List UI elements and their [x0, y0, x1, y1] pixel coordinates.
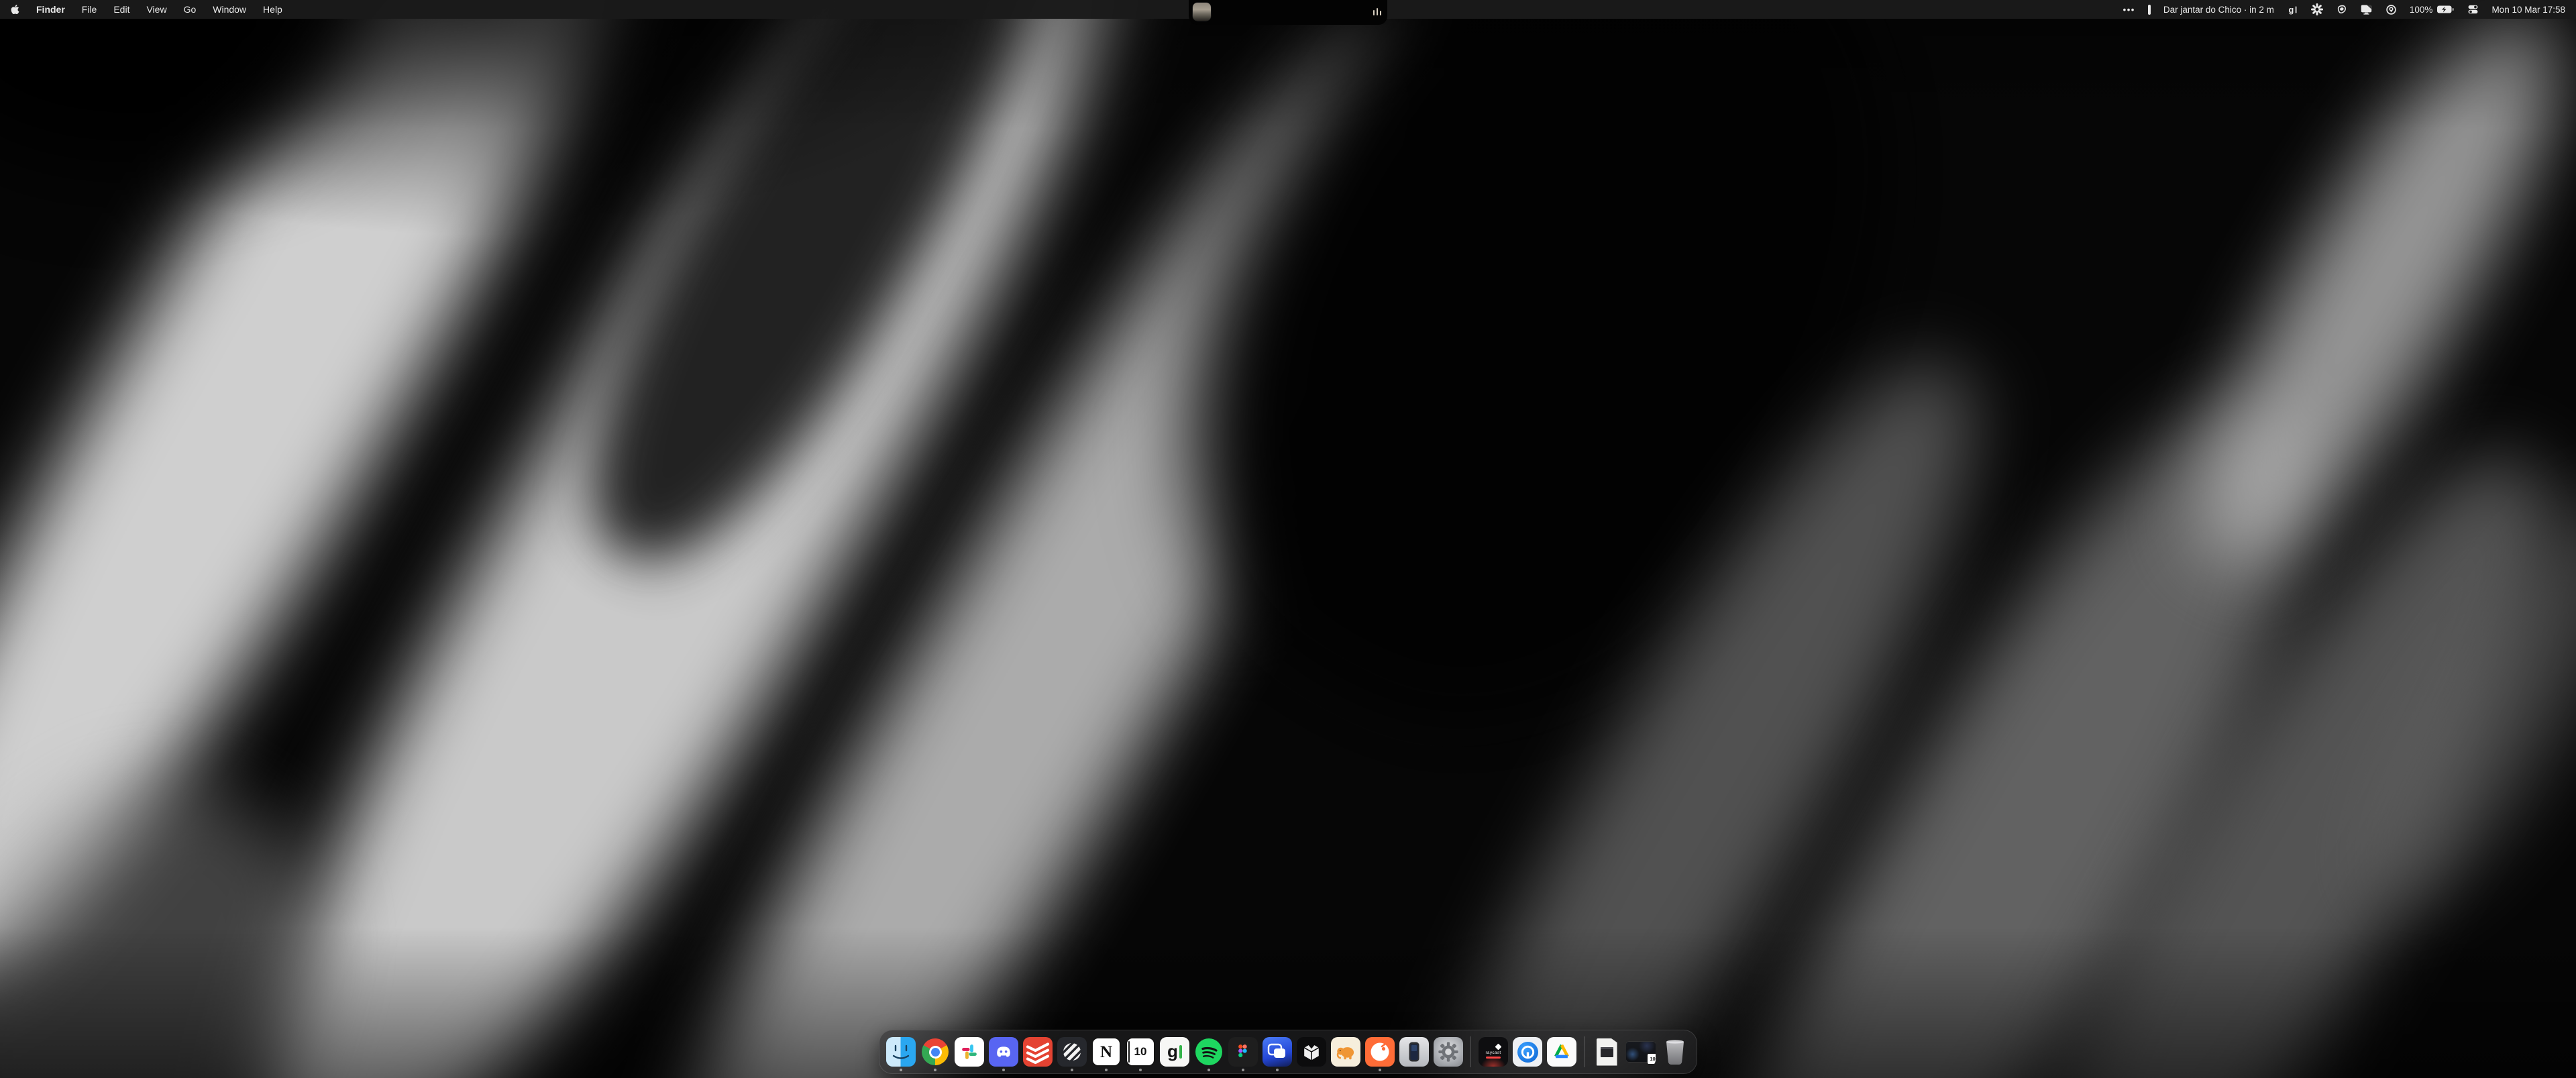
notion-calendar-icon: 10 [1126, 1037, 1155, 1067]
clock[interactable]: Mon 10 Mar 17:58 [2491, 5, 2565, 15]
audio-visualizer-icon [1373, 7, 1382, 15]
wallpaper-vignette [0, 0, 2576, 1078]
granola-app-icon: g [1160, 1037, 1189, 1067]
dock-item-todoist[interactable] [1023, 1037, 1053, 1067]
status-event-text[interactable]: Dar jantar do Chico · in 2 m [2163, 5, 2274, 15]
dock-item-screen-studio[interactable] [1263, 1037, 1292, 1067]
status-separator-bar [2148, 5, 2151, 15]
menu-help[interactable]: Help [263, 4, 282, 15]
control-center-icon[interactable] [2467, 4, 2479, 15]
menu-app-name[interactable]: Finder [36, 4, 65, 15]
notion-letter: N [1100, 1044, 1112, 1061]
menu-edit[interactable]: Edit [113, 4, 129, 15]
notion-calendar-date: 10 [1134, 1045, 1147, 1059]
pick-shape-icon[interactable] [2336, 4, 2347, 15]
one-password-app-icon [1513, 1037, 1542, 1067]
trash-icon [1660, 1037, 1690, 1067]
postman-icon [1365, 1037, 1395, 1067]
running-indicator [1242, 1069, 1244, 1071]
raycast-icon: raycast [1479, 1037, 1508, 1067]
finder-icon [886, 1037, 916, 1067]
visualizer-bar [1377, 8, 1379, 15]
chrome-icon [920, 1037, 950, 1067]
menu-view[interactable]: View [146, 4, 166, 15]
google-drive-icon [1547, 1037, 1576, 1067]
dock-item-notion[interactable]: N [1091, 1037, 1121, 1067]
dock: N 10 g [879, 1030, 1697, 1074]
minimized-window-app-badge: 10 [1647, 1053, 1656, 1065]
display-mirroring-icon[interactable] [2360, 4, 2373, 15]
notion-icon: N [1091, 1037, 1121, 1067]
dock-item-document-file[interactable] [1592, 1037, 1621, 1067]
dock-separator [1470, 1036, 1471, 1067]
dock-item-raycast[interactable]: raycast [1479, 1037, 1508, 1067]
figma-icon [1228, 1037, 1258, 1067]
notch-now-playing[interactable] [1189, 0, 1387, 25]
screen-studio-icon [1263, 1037, 1292, 1067]
dock-item-notion-calendar[interactable]: 10 [1126, 1037, 1155, 1067]
one-password-icon[interactable] [2385, 4, 2397, 15]
dock-item-minimized-window[interactable]: 10 [1626, 1037, 1656, 1067]
discord-icon [989, 1037, 1018, 1067]
now-playing-album-art[interactable] [1193, 3, 1211, 21]
document-file-icon [1592, 1037, 1621, 1067]
granola-icon[interactable]: g [2287, 4, 2298, 15]
dock-item-figma[interactable] [1228, 1037, 1258, 1067]
system-settings-gear-icon [1434, 1037, 1463, 1067]
dock-item-slack[interactable] [955, 1037, 984, 1067]
menu-bar-left: Finder File Edit View Go Window Help [11, 4, 282, 15]
dock-separator [1584, 1036, 1585, 1067]
visualizer-bar [1373, 10, 1375, 15]
dock-item-google-drive[interactable] [1547, 1037, 1576, 1067]
running-indicator [1208, 1069, 1210, 1071]
linear-icon [1057, 1037, 1087, 1067]
menu-window[interactable]: Window [213, 4, 246, 15]
dock-item-granola[interactable]: g [1160, 1037, 1189, 1067]
slack-icon [955, 1037, 984, 1067]
battery-status[interactable]: 100% [2410, 5, 2455, 15]
dock-item-spotify[interactable] [1194, 1037, 1224, 1067]
apple-icon [11, 4, 19, 15]
menu-bar-status: ••• Dar jantar do Chico · in 2 m g 100% [2123, 3, 2565, 15]
dock-item-finder[interactable] [886, 1037, 916, 1067]
running-indicator [1139, 1069, 1142, 1071]
dock-item-discord[interactable] [989, 1037, 1018, 1067]
todoist-icon [1023, 1037, 1053, 1067]
running-indicator [1276, 1069, 1279, 1071]
status-overflow-dots[interactable]: ••• [2123, 5, 2135, 15]
desktop: Finder File Edit View Go Window Help •••… [0, 0, 2576, 1078]
postico-elephant-icon [1331, 1037, 1360, 1067]
running-indicator [1002, 1069, 1005, 1071]
apple-menu[interactable] [11, 4, 19, 15]
iphone-mirroring-icon [1399, 1037, 1429, 1067]
menu-go[interactable]: Go [184, 4, 197, 15]
dock-item-system-settings[interactable] [1434, 1037, 1463, 1067]
svg-text:g: g [2288, 4, 2294, 14]
minimized-window-thumbnail: 10 [1626, 1037, 1656, 1067]
running-indicator [1379, 1069, 1381, 1071]
granola-letter: g [1167, 1044, 1178, 1059]
dock-item-trash[interactable] [1660, 1037, 1690, 1067]
dock-item-1password[interactable] [1513, 1037, 1542, 1067]
dock-item-postico[interactable] [1331, 1037, 1360, 1067]
dock-item-cube-3d-app[interactable] [1297, 1037, 1326, 1067]
battery-charging-icon [2436, 5, 2455, 14]
spotify-icon [1194, 1037, 1224, 1067]
desktop-wallpaper [0, 0, 2576, 1078]
battery-percent-label: 100% [2410, 5, 2433, 15]
running-indicator [1071, 1069, 1073, 1071]
running-indicator [934, 1069, 936, 1071]
loom-flower-icon[interactable] [2311, 3, 2323, 15]
running-indicator [1105, 1069, 1108, 1071]
dock-item-linear[interactable] [1057, 1037, 1087, 1067]
cube-3d-icon [1297, 1037, 1326, 1067]
menu-file[interactable]: File [82, 4, 97, 15]
visualizer-bar [1380, 11, 1382, 15]
running-indicator [900, 1069, 902, 1071]
raycast-wordmark: raycast [1485, 1050, 1501, 1055]
dock-item-chrome[interactable] [920, 1037, 950, 1067]
dock-item-iphone-mirroring[interactable] [1399, 1037, 1429, 1067]
dock-item-postman[interactable] [1365, 1037, 1395, 1067]
